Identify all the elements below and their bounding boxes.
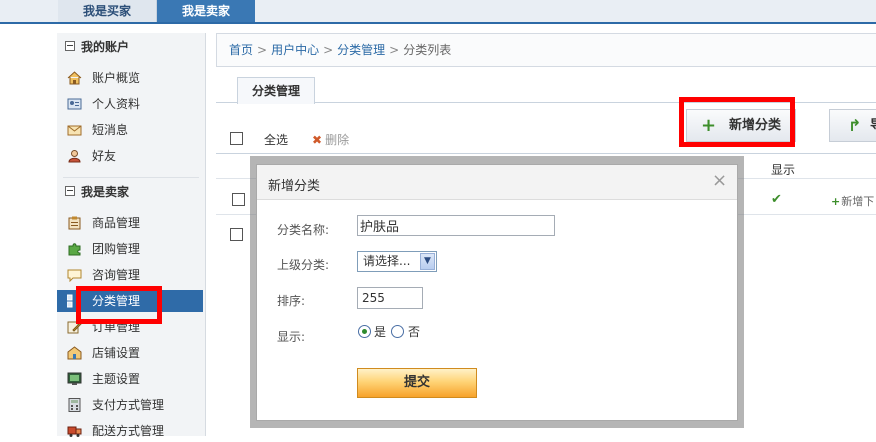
table-header-line [216, 153, 876, 154]
sidebar-item-groupbuy[interactable]: 团购管理 [57, 238, 203, 260]
breadcrumb: 首页 > 用户中心 > 分类管理 > 分类列表 [216, 33, 876, 67]
monitor-icon [67, 372, 82, 385]
sidebar-highlight-box [76, 286, 162, 324]
delete-label: 删除 [325, 133, 350, 147]
sidebar-item-overview[interactable]: 账户概览 [57, 67, 203, 89]
calculator-icon [68, 398, 81, 412]
tab-seller[interactable]: 我是卖家 [157, 0, 255, 22]
delete-button[interactable]: ✖ 删除 [312, 131, 349, 148]
sidebar-item-theme[interactable]: 主题设置 [57, 368, 203, 390]
user-icon [68, 150, 81, 163]
chevron-down-icon: ▼ [420, 253, 435, 270]
sidebar-section-seller[interactable]: 我是卖家 [65, 182, 129, 202]
sidebar-item-label: 咨询管理 [92, 268, 141, 282]
home-icon [67, 71, 82, 85]
submit-button[interactable]: 提交 [357, 368, 477, 398]
sidebar: 我的账户 账户概览 个人资料 短消息 好友 我是卖家 商品管理 团购管理 咨询管… [57, 33, 206, 438]
sidebar-item-consult[interactable]: 咨询管理 [57, 264, 203, 286]
collapse-icon [65, 41, 75, 51]
sidebar-item-payment[interactable]: 支付方式管理 [57, 394, 203, 416]
sidebar-item-label: 支付方式管理 [92, 398, 165, 412]
clipboard-icon [68, 216, 81, 230]
breadcrumb-category[interactable]: 分类管理 [337, 43, 385, 57]
add-subcategory-label: 新增下 [841, 195, 875, 208]
show-yes-label[interactable]: 是 [374, 323, 386, 340]
sidebar-item-messages[interactable]: 短消息 [57, 119, 203, 141]
section-title: 我的账户 [81, 40, 130, 54]
name-label: 分类名称: [277, 223, 330, 237]
row-checkbox[interactable] [230, 228, 243, 241]
export-button[interactable]: ↱ 导 [829, 109, 876, 142]
sidebar-item-label: 配送方式管理 [92, 424, 165, 438]
sidebar-item-label: 主题设置 [92, 372, 141, 386]
export-arrow-icon: ↱ [848, 116, 862, 135]
export-label: 导 [870, 110, 876, 141]
sidebar-item-products[interactable]: 商品管理 [57, 212, 203, 234]
sidebar-item-label: 好友 [92, 149, 117, 163]
visible-check-icon: ✔ [771, 192, 782, 207]
sidebar-item-label: 商品管理 [92, 216, 141, 230]
plus-icon: + [831, 195, 841, 208]
parent-category-select[interactable]: 请选择... ▼ [357, 251, 437, 272]
sidebar-item-label: 个人资料 [92, 97, 141, 111]
select-all-checkbox[interactable] [230, 132, 243, 145]
sidebar-item-shipping[interactable]: 配送方式管理 [57, 420, 203, 442]
dialog-title: 新增分类 [268, 179, 321, 194]
show-label: 显示: [277, 330, 306, 344]
tab-category-manage[interactable]: 分类管理 [237, 77, 315, 104]
add-button-highlight-box [679, 97, 795, 147]
shop-icon [67, 346, 82, 360]
breadcrumb-home[interactable]: 首页 [229, 43, 253, 57]
add-subcategory-link[interactable]: +新增下 [831, 193, 874, 209]
select-all-label[interactable]: 全选 [264, 131, 288, 148]
tab-buyer[interactable]: 我是买家 [58, 0, 157, 22]
sort-order-input[interactable] [357, 287, 423, 309]
close-icon[interactable]: × [712, 170, 727, 191]
parent-label: 上级分类: [277, 258, 330, 272]
order-label: 排序: [277, 294, 306, 308]
delete-icon: ✖ [312, 133, 323, 147]
top-tab-bar: 我是买家 我是卖家 [0, 0, 876, 24]
sidebar-divider [63, 177, 199, 178]
id-card-icon [67, 98, 82, 110]
sidebar-section-account[interactable]: 我的账户 [65, 37, 129, 57]
dialog-header: 新增分类 × [257, 165, 737, 200]
chat-bubble-icon [67, 269, 82, 282]
sidebar-item-label: 团购管理 [92, 242, 141, 256]
column-header-show: 显示 [771, 163, 796, 177]
show-no-radio[interactable] [391, 325, 404, 338]
sidebar-item-label: 店铺设置 [92, 346, 141, 360]
breadcrumb-current: 分类列表 [403, 43, 452, 57]
sidebar-item-label: 账户概览 [92, 71, 141, 85]
breadcrumb-user-center[interactable]: 用户中心 [271, 43, 319, 57]
sidebar-item-label: 短消息 [92, 123, 129, 137]
sidebar-item-friends[interactable]: 好友 [57, 145, 203, 167]
envelope-icon [67, 125, 82, 136]
sidebar-item-shop-settings[interactable]: 店铺设置 [57, 342, 203, 364]
add-category-dialog: 新增分类 × 分类名称: 上级分类: 请选择... ▼ 排序: 显示: 是 否 … [256, 164, 738, 421]
parent-select-value: 请选择... [363, 254, 411, 268]
collapse-icon [65, 186, 75, 196]
section-title: 我是卖家 [81, 185, 130, 199]
category-name-input[interactable] [357, 215, 555, 236]
show-no-label[interactable]: 否 [408, 323, 420, 340]
puzzle-icon [68, 243, 81, 256]
show-yes-radio[interactable] [358, 325, 371, 338]
sidebar-item-profile[interactable]: 个人资料 [57, 93, 203, 115]
row-checkbox[interactable] [232, 193, 245, 206]
